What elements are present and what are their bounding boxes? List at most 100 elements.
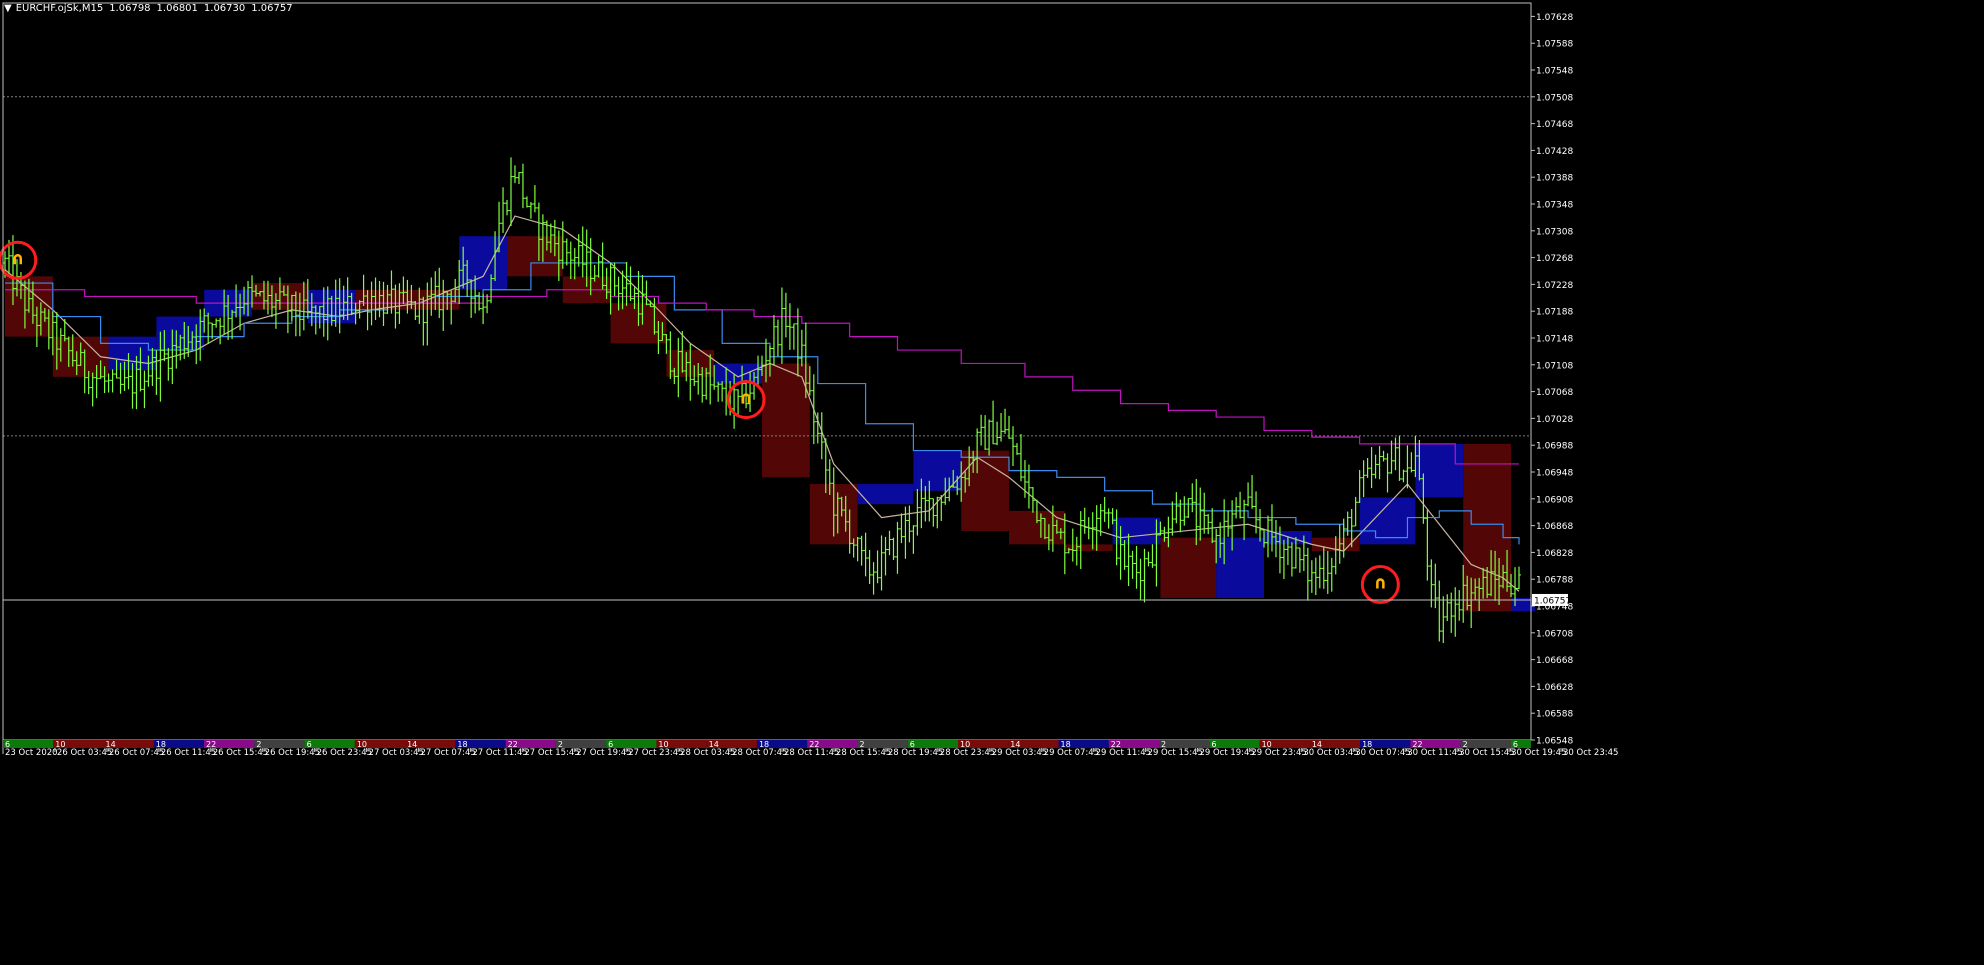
- x-tick-label: 30 Oct 15:45: [1459, 748, 1514, 758]
- price-bar: [871, 562, 876, 595]
- price-bar: [1206, 514, 1211, 535]
- price-bar: [1453, 587, 1458, 637]
- x-tick-label: 28 Oct 03:45: [680, 748, 735, 758]
- price-bar: [524, 196, 529, 208]
- symbol-label: EURCHF.ojSk,M15: [15, 3, 104, 14]
- price-bar: [1425, 509, 1430, 581]
- price-bar: [1369, 447, 1374, 489]
- price-bar: [1517, 566, 1521, 590]
- price-bar: [110, 369, 115, 393]
- price-bar: [1250, 475, 1255, 509]
- price-bar: [218, 317, 223, 345]
- price-bar: [1409, 452, 1414, 473]
- horseshoe-icon: [13, 254, 22, 265]
- x-tick-label: 28 Oct 11:45: [784, 748, 839, 758]
- y-tick-label: 1.07148: [1536, 335, 1573, 345]
- y-tick-label: 1.07268: [1536, 254, 1573, 264]
- price-bar: [799, 329, 804, 367]
- price-bar: [863, 532, 868, 577]
- y-tick-label: 1.07068: [1536, 388, 1573, 398]
- x-tick-label: 27 Oct 19:45: [576, 748, 631, 758]
- price-bar: [1003, 408, 1008, 434]
- price-bar: [1297, 547, 1302, 573]
- price-bar: [1094, 505, 1099, 551]
- y-tick-label: 1.07028: [1536, 415, 1573, 425]
- triangle-down-icon[interactable]: ▼: [4, 3, 12, 14]
- session-segment: [555, 740, 607, 748]
- price-bar: [1174, 492, 1179, 524]
- session-box: [714, 363, 762, 384]
- price-bar: [771, 315, 776, 366]
- price-bar: [624, 262, 629, 306]
- price-bar: [1381, 450, 1386, 462]
- y-tick-label: 1.06988: [1536, 442, 1573, 452]
- price-bar: [532, 185, 537, 213]
- price-axis: 1.07628 1.07588 1.07548 1.07508 1.07468 1.074…: [1531, 13, 1573, 747]
- y-tick-label: 1.07428: [1536, 147, 1573, 157]
- price-bar: [887, 530, 892, 556]
- x-tick-label: 26 Oct 19:45: [265, 748, 320, 758]
- price-bar: [935, 496, 940, 529]
- time-axis: 23 Oct 2020 26 Oct 03:4526 Oct 07:4526 Oc…: [2, 748, 1618, 758]
- y-tick-label: 1.07628: [1536, 13, 1573, 23]
- session-segment: [907, 740, 958, 748]
- session-box: [857, 484, 914, 505]
- price-bar: [1405, 445, 1410, 489]
- price-bar: [1397, 435, 1402, 481]
- price-bar: [1234, 497, 1239, 519]
- x-tick-label: 30 Oct 03:45: [1303, 748, 1358, 758]
- price-bar: [1445, 594, 1450, 622]
- price-bar: [1269, 504, 1274, 552]
- price-bar: [1441, 596, 1446, 644]
- price-bar: [1325, 551, 1330, 594]
- x-tick-label: 27 Oct 15:45: [524, 748, 579, 758]
- y-tick-label: 1.06788: [1536, 576, 1573, 586]
- price-bar: [564, 238, 569, 266]
- price-bar: [983, 415, 988, 450]
- x-tick-label: 28 Oct 07:45: [732, 748, 787, 758]
- price-bar: [987, 419, 992, 456]
- current-price-label: 1.06757: [1534, 596, 1571, 606]
- open-value: 1.06798: [109, 3, 151, 14]
- price-bar: [1150, 544, 1155, 568]
- y-tick-label: 1.06588: [1536, 710, 1573, 720]
- price-bar: [811, 374, 816, 445]
- price-bar: [485, 294, 490, 314]
- y-tick-label: 1.06908: [1536, 495, 1573, 505]
- price-bar: [1242, 499, 1247, 541]
- price-bar: [1182, 496, 1187, 526]
- x-tick-label: 27 Oct 03:45: [369, 748, 424, 758]
- price-bar: [1329, 557, 1334, 592]
- price-bar: [1102, 497, 1107, 522]
- x-tick-label: 26 Oct 23:45: [317, 748, 372, 758]
- price-bar: [1377, 445, 1382, 480]
- session-segment: [1460, 740, 1511, 748]
- price-bar: [923, 486, 928, 522]
- session-segment: [1159, 740, 1210, 748]
- price-bar: [1345, 511, 1350, 536]
- price-chart[interactable]: 1.07628 1.07588 1.07548 1.07508 1.07468 1.074…: [0, 0, 1984, 961]
- price-bar: [1074, 536, 1079, 566]
- x-tick-label: 28 Oct 23:45: [940, 748, 995, 758]
- price-bar: [931, 498, 936, 527]
- price-bar: [1170, 501, 1175, 536]
- x-tick-label: 27 Oct 07:45: [420, 748, 475, 758]
- price-bar: [1289, 542, 1294, 577]
- price-bar: [516, 172, 521, 185]
- x-tick-label: 29 Oct 07:45: [1044, 748, 1099, 758]
- price-bar: [1246, 482, 1251, 507]
- low-value: 1.06730: [203, 3, 246, 14]
- y-tick-label: 1.07348: [1536, 201, 1573, 211]
- x-tick-label: 26 Oct 03:45: [57, 748, 112, 758]
- current-price-tag: 1.06757: [3, 593, 1571, 606]
- price-bar: [572, 248, 577, 280]
- y-tick-label: 1.07228: [1536, 281, 1573, 291]
- session-box: [1415, 443, 1464, 498]
- price-bar: [90, 372, 95, 407]
- x-tick-label: 29 Oct 19:45: [1199, 748, 1254, 758]
- x-tick-label: 30 Oct 23:45: [1563, 748, 1618, 758]
- price-bar: [1086, 517, 1091, 540]
- price-bar: [867, 549, 872, 584]
- y-tick-label: 1.06868: [1536, 522, 1573, 532]
- price-bar: [1142, 548, 1147, 603]
